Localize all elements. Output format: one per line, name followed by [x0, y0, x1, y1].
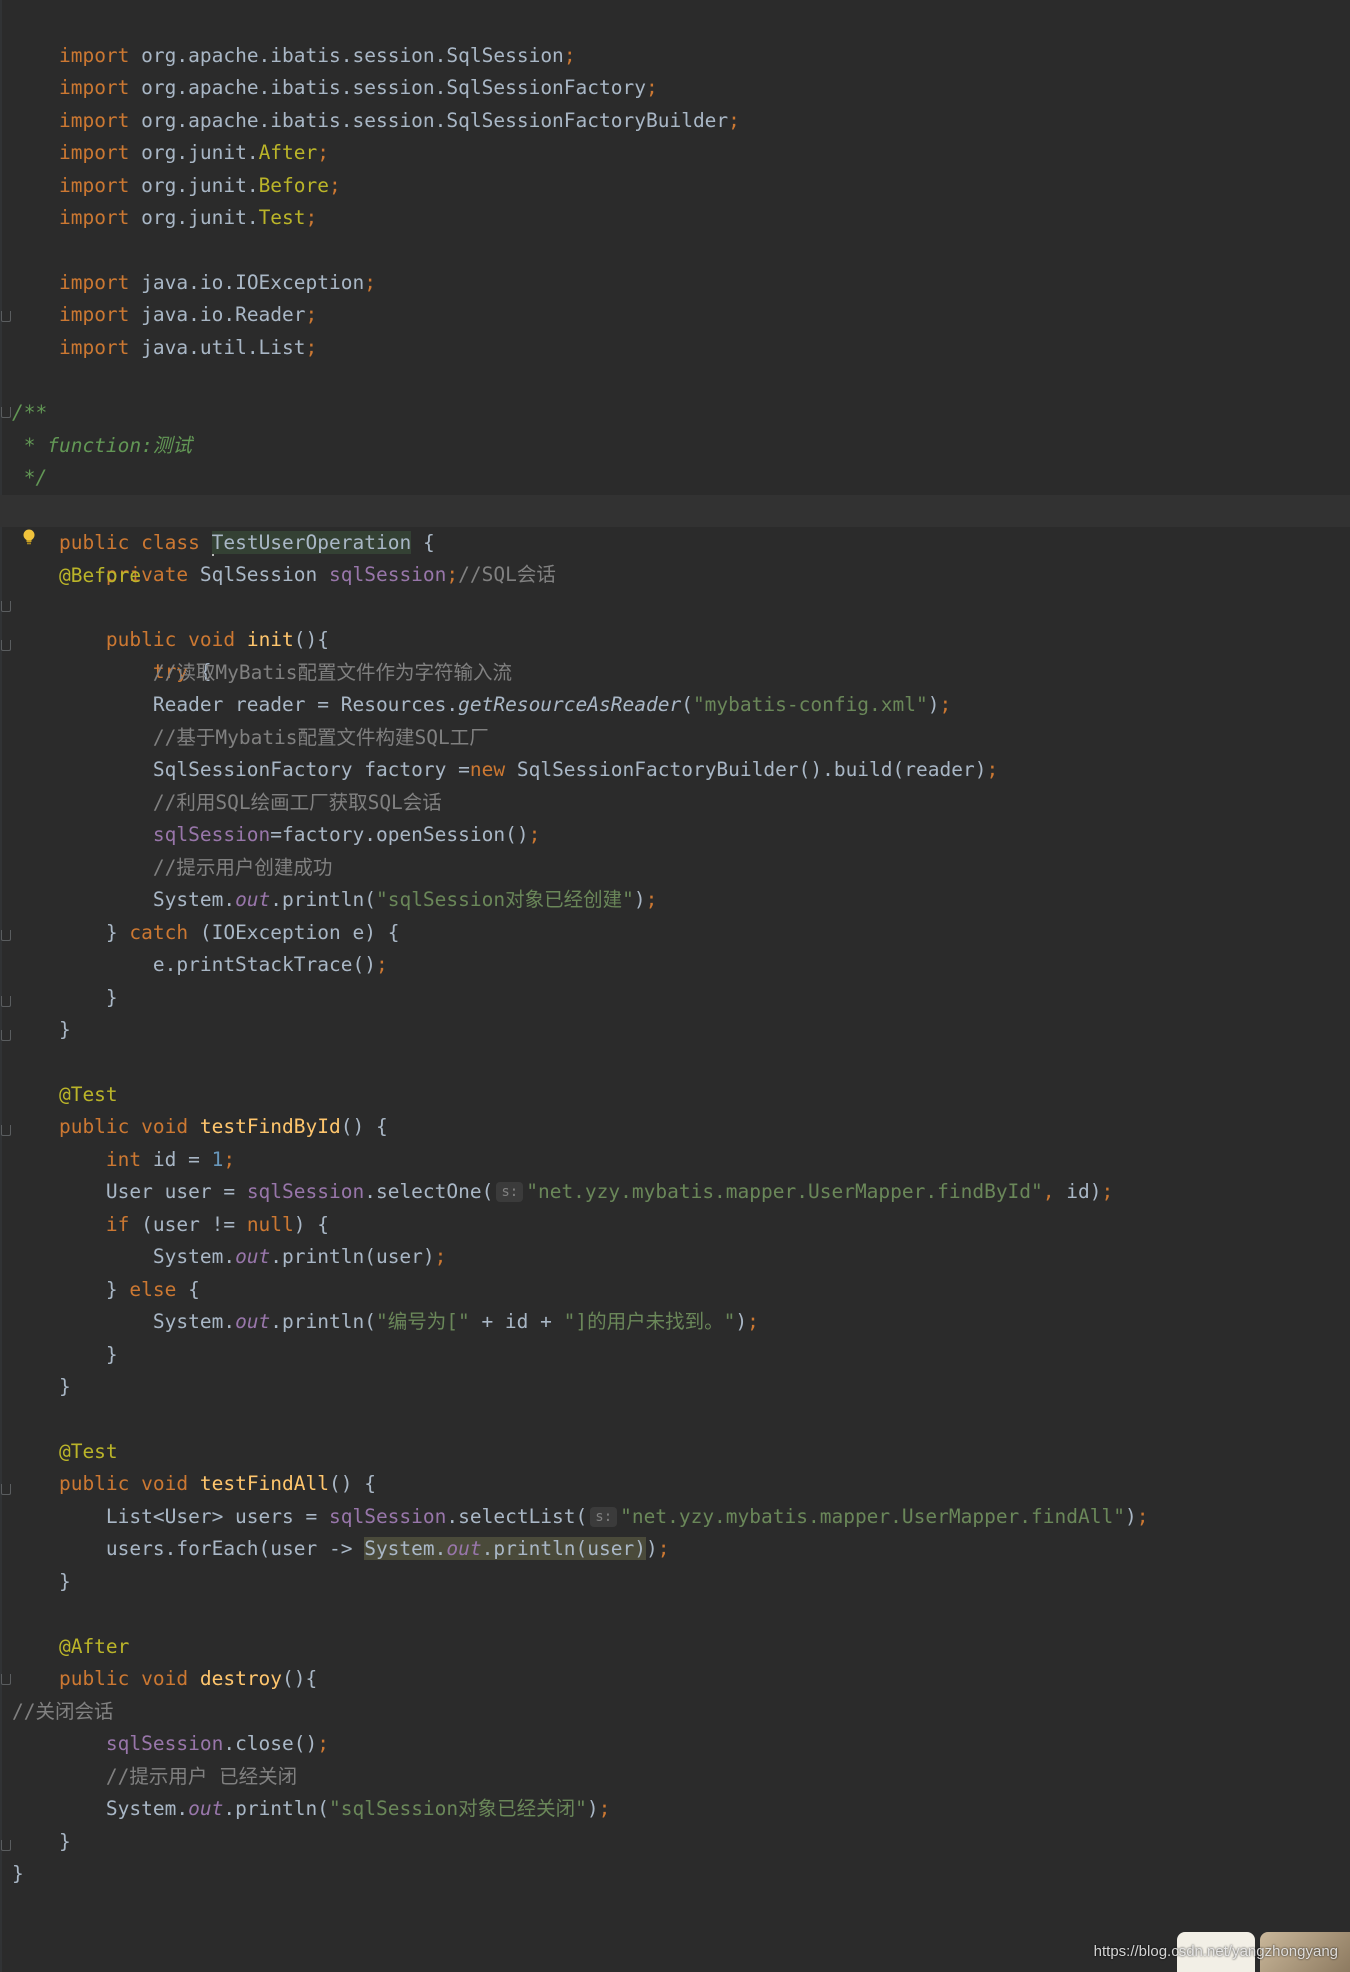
watermark: https://blog.csdn.net/yangzhongyang: [1093, 1943, 1338, 1960]
annotation-line: @After: [12, 1635, 130, 1658]
code-line: users.forEach(user -> System.out.println…: [12, 1537, 670, 1560]
fold-marker-icon[interactable]: [1, 640, 11, 651]
code-line: }: [12, 1343, 118, 1366]
code-line: import org.apache.ibatis.session.SqlSess…: [58, 76, 658, 99]
code-line: public void init(){: [58, 628, 330, 651]
comment-line: //基于Mybatis配置文件构建SQL工厂: [12, 726, 489, 749]
code-line: }: [12, 1570, 71, 1593]
code-line: if (user != null) {: [12, 1213, 330, 1236]
code-line: System.out.println("sqlSession对象已经创建");: [12, 888, 658, 911]
comment-line: //读取MyBatis配置文件作为字符输入流: [12, 661, 513, 684]
annotation-line: @Test: [12, 1440, 118, 1463]
code-line: e.printStackTrace();: [12, 953, 388, 976]
comment-line: //利用SQL绘画工厂获取SQL会话: [12, 791, 442, 814]
fold-marker-icon[interactable]: [1, 407, 11, 418]
code-line: public void testFindById() {: [12, 1115, 388, 1138]
fold-marker-icon[interactable]: [1, 1484, 11, 1495]
code-line: int id = 1;: [12, 1148, 236, 1171]
code-line: User user = sqlSession.selectOne(s: "net.…: [12, 1180, 1114, 1203]
code-line: import org.junit.Test;: [58, 206, 318, 229]
code-line: List<User> users = sqlSession.selectList…: [12, 1505, 1149, 1528]
fold-marker-icon[interactable]: [1, 601, 11, 612]
code-line: SqlSessionFactory factory =new SqlSessio…: [12, 758, 999, 781]
annotation-line: @Test: [12, 1083, 118, 1106]
fold-marker-icon[interactable]: [1, 1674, 11, 1685]
fold-marker-icon[interactable]: [1, 996, 11, 1007]
code-line: }: [12, 1830, 71, 1853]
comment-line: //提示用户 已经关闭: [12, 1765, 298, 1788]
doc-comment-line: */: [12, 466, 48, 489]
code-line: public void destroy(){: [12, 1667, 318, 1690]
code-line: try {: [58, 660, 212, 683]
code-line: System.out.println(user);: [12, 1245, 447, 1268]
code-line: } catch (IOException e) {: [12, 921, 400, 944]
doc-comment-line: * function:测试: [12, 434, 192, 457]
code-line: import java.io.IOException;: [58, 271, 376, 294]
code-line: public void testFindAll() {: [12, 1472, 376, 1495]
code-line: System.out.println("编号为[" + id + "]的用户未找…: [12, 1310, 759, 1333]
fold-marker-icon[interactable]: [1, 1840, 11, 1851]
code-line: Reader reader = Resources.getResourceAsR…: [12, 693, 952, 716]
code-line: import org.apache.ibatis.session.SqlSess…: [58, 44, 576, 67]
code-line: } else {: [12, 1278, 200, 1301]
code-line: sqlSession=factory.openSession();: [152, 823, 541, 846]
parameter-hint: s:: [590, 1507, 618, 1527]
code-line: import java.io.Reader;: [58, 303, 318, 326]
code-line: }: [12, 986, 118, 1009]
annotation-line: @Before: [12, 564, 142, 587]
code-line: private SqlSession sqlSession;//SQL会话: [58, 563, 556, 586]
code-line: import org.junit.Before;: [58, 174, 341, 197]
code-line: }: [12, 1018, 71, 1041]
code-line: System.out.println("sqlSession对象已经关闭");: [12, 1797, 611, 1820]
code-line: }: [12, 1375, 71, 1398]
doc-comment-line: /**: [12, 401, 48, 424]
code-line: import org.apache.ibatis.session.SqlSess…: [58, 109, 740, 132]
code-line: import java.util.List;: [58, 336, 318, 359]
comment-line: //提示用户创建成功: [12, 856, 333, 879]
fold-marker-icon[interactable]: [1, 1125, 11, 1136]
fold-marker-icon[interactable]: [1, 930, 11, 941]
code-editor[interactable]: import org.apache.ibatis.session.SqlSess…: [0, 0, 1350, 1972]
code-line-current: public class TestUserOperation {: [0, 495, 1350, 556]
parameter-hint: s:: [496, 1182, 524, 1202]
code-line: sqlSession.close();: [105, 1732, 329, 1755]
code-line: }: [12, 1862, 24, 1885]
fold-marker-icon[interactable]: [1, 311, 11, 322]
fold-marker-icon[interactable]: [1, 1030, 11, 1041]
code-line: import org.junit.After;: [58, 141, 330, 164]
comment-line: //关闭会话: [12, 1700, 114, 1723]
